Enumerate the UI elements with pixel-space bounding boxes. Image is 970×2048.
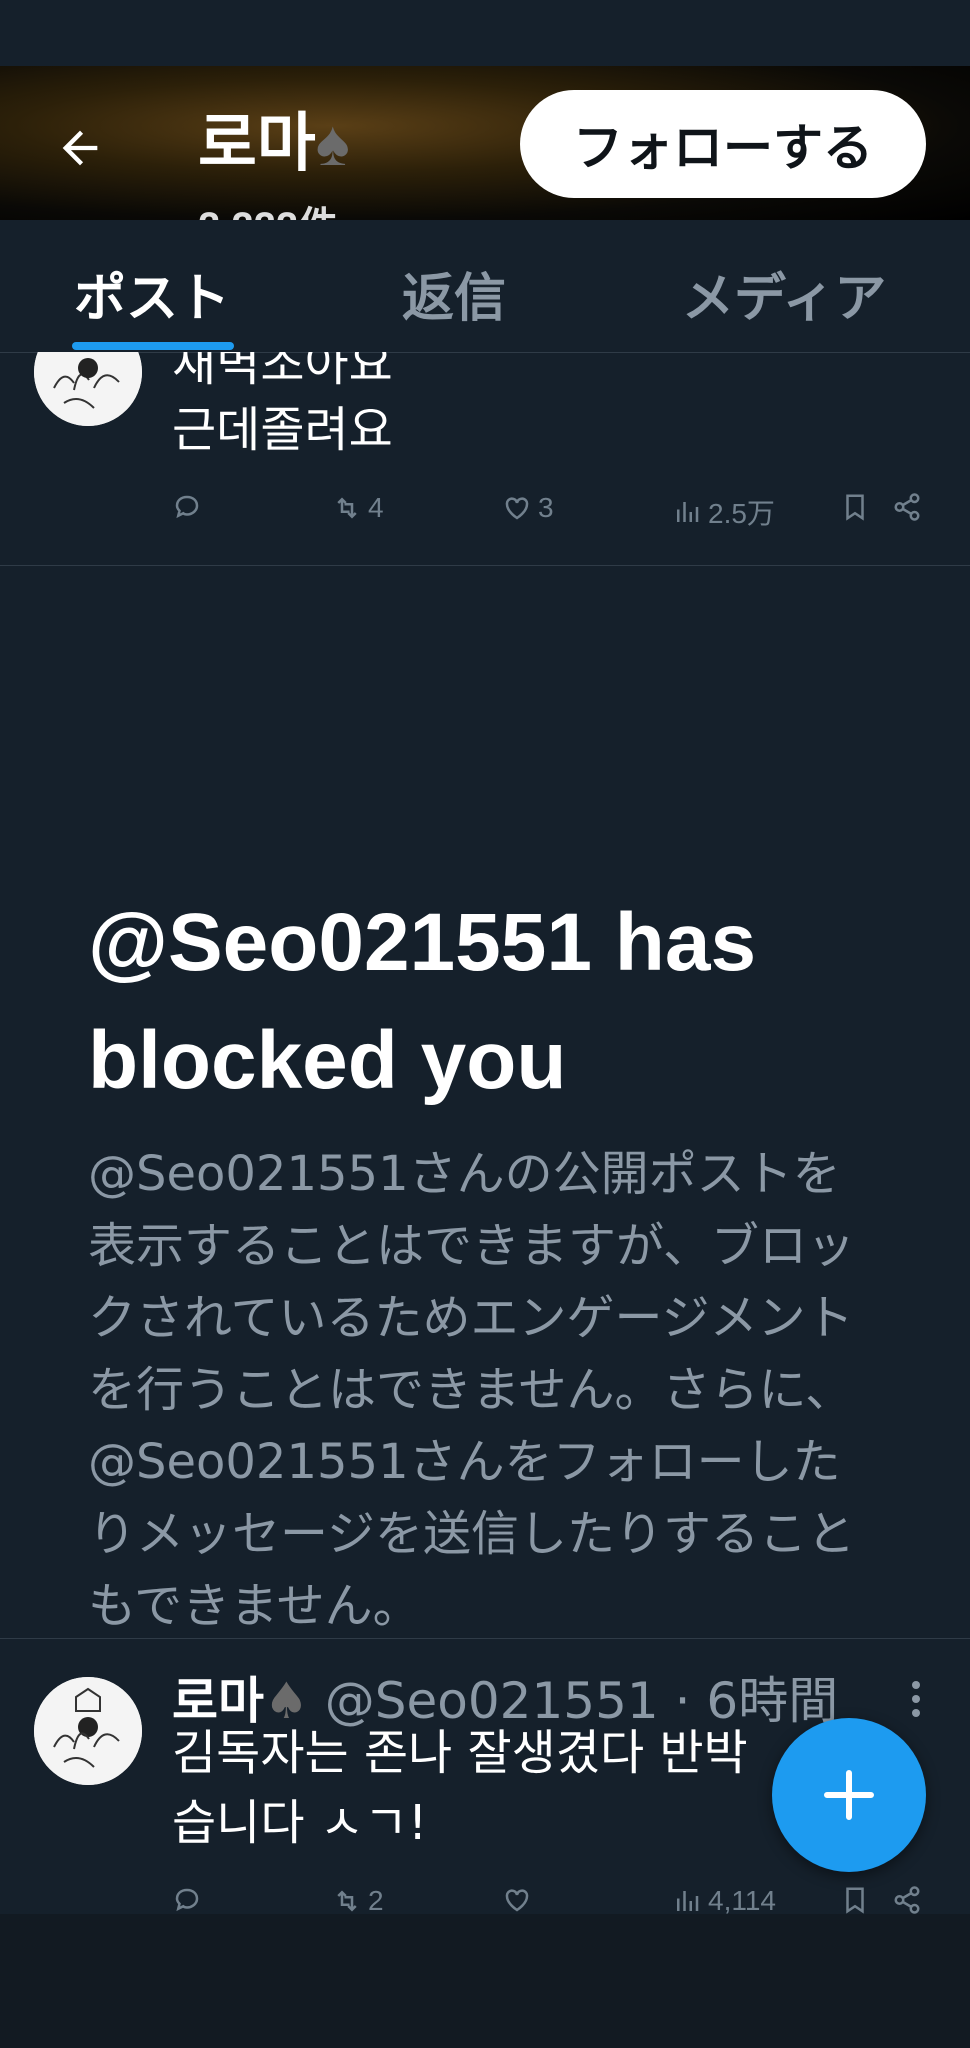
- arrow-left-icon: [62, 130, 98, 166]
- profile-header: 로마♠ 2,222件 フォローする: [0, 66, 970, 220]
- heart-icon: [505, 1889, 529, 1912]
- share-button[interactable]: [892, 492, 922, 522]
- share-icon: [894, 1886, 920, 1914]
- bookmark-button[interactable]: [840, 492, 870, 522]
- heart-icon: [505, 497, 529, 520]
- view-count: 2.5万: [708, 498, 775, 529]
- profile-name-text: 로마: [198, 107, 316, 179]
- back-button[interactable]: [40, 108, 120, 188]
- follow-button[interactable]: フォローする: [520, 90, 926, 198]
- profile-name: 로마♠: [198, 92, 350, 184]
- reply-button[interactable]: [172, 492, 208, 522]
- bookmark-icon: [846, 1887, 864, 1914]
- post-item[interactable]: 새벽조아요 근데졸려요 4 3 2.5万: [0, 352, 970, 566]
- compose-button[interactable]: [772, 1718, 926, 1872]
- retweet-icon: [337, 497, 357, 519]
- views-button[interactable]: 2.5万: [672, 492, 775, 532]
- avatar[interactable]: [34, 352, 142, 426]
- blocked-description: @Seo021551さんの公開ポストを表示することはできますが、ブロックされてい…: [88, 1146, 856, 1634]
- post-text-line: 습니다 ㅅㄱ!: [172, 1795, 428, 1851]
- share-button[interactable]: [892, 1885, 922, 1914]
- views-button[interactable]: 4,114: [672, 1885, 776, 1914]
- tab-posts[interactable]: ポスト: [74, 256, 230, 331]
- retweet-button[interactable]: 2: [332, 1885, 384, 1914]
- post-text-line: 새벽조아요: [172, 352, 393, 392]
- tab-media[interactable]: メディア: [682, 256, 886, 331]
- post-text-line: 근데졸려요: [172, 402, 393, 458]
- retweet-icon: [337, 1890, 357, 1912]
- plus-icon: [824, 1770, 874, 1820]
- timeline[interactable]: 새벽조아요 근데졸려요 4 3 2.5万 @Seo021551 has bloc…: [0, 352, 970, 1914]
- profile-tabs: ポスト 返信 メディア: [0, 220, 970, 353]
- bar-chart-icon: [677, 1891, 699, 1911]
- post-actions: 4 3 2.5万: [172, 492, 932, 542]
- status-bar: [0, 0, 970, 66]
- post-actions: 2 4,114: [172, 1885, 932, 1914]
- retweet-count: 2: [368, 1885, 384, 1914]
- like-button[interactable]: [502, 1885, 538, 1914]
- more-options-button[interactable]: [896, 1669, 936, 1729]
- share-icon: [894, 493, 920, 521]
- bookmark-button[interactable]: [840, 1885, 870, 1914]
- spade-emoji-icon: ♠: [315, 107, 350, 179]
- active-tab-indicator: [72, 342, 234, 350]
- more-vertical-icon: [912, 1681, 920, 1717]
- reply-button[interactable]: [172, 1885, 208, 1914]
- retweet-button[interactable]: 4: [332, 492, 384, 524]
- post-count: 2,222件: [198, 194, 338, 220]
- tab-replies[interactable]: 返信: [402, 256, 506, 331]
- bar-chart-icon: [677, 502, 699, 522]
- reply-icon: [175, 495, 199, 519]
- blocked-notice: @Seo021551 has blocked you @Seo021551さんの…: [0, 566, 970, 1639]
- bottom-bar: [0, 1914, 970, 2048]
- post-text-line: 김독자는 존나 잘생겼다 반박: [172, 1725, 748, 1781]
- view-count: 4,114: [708, 1885, 776, 1914]
- avatar[interactable]: [34, 1677, 142, 1785]
- blocked-title: @Seo021551 has blocked you: [88, 897, 757, 1106]
- reply-icon: [175, 1888, 199, 1912]
- like-count: 3: [538, 492, 554, 523]
- bookmark-icon: [846, 494, 864, 521]
- retweet-count: 4: [368, 492, 384, 523]
- like-button[interactable]: 3: [502, 492, 554, 524]
